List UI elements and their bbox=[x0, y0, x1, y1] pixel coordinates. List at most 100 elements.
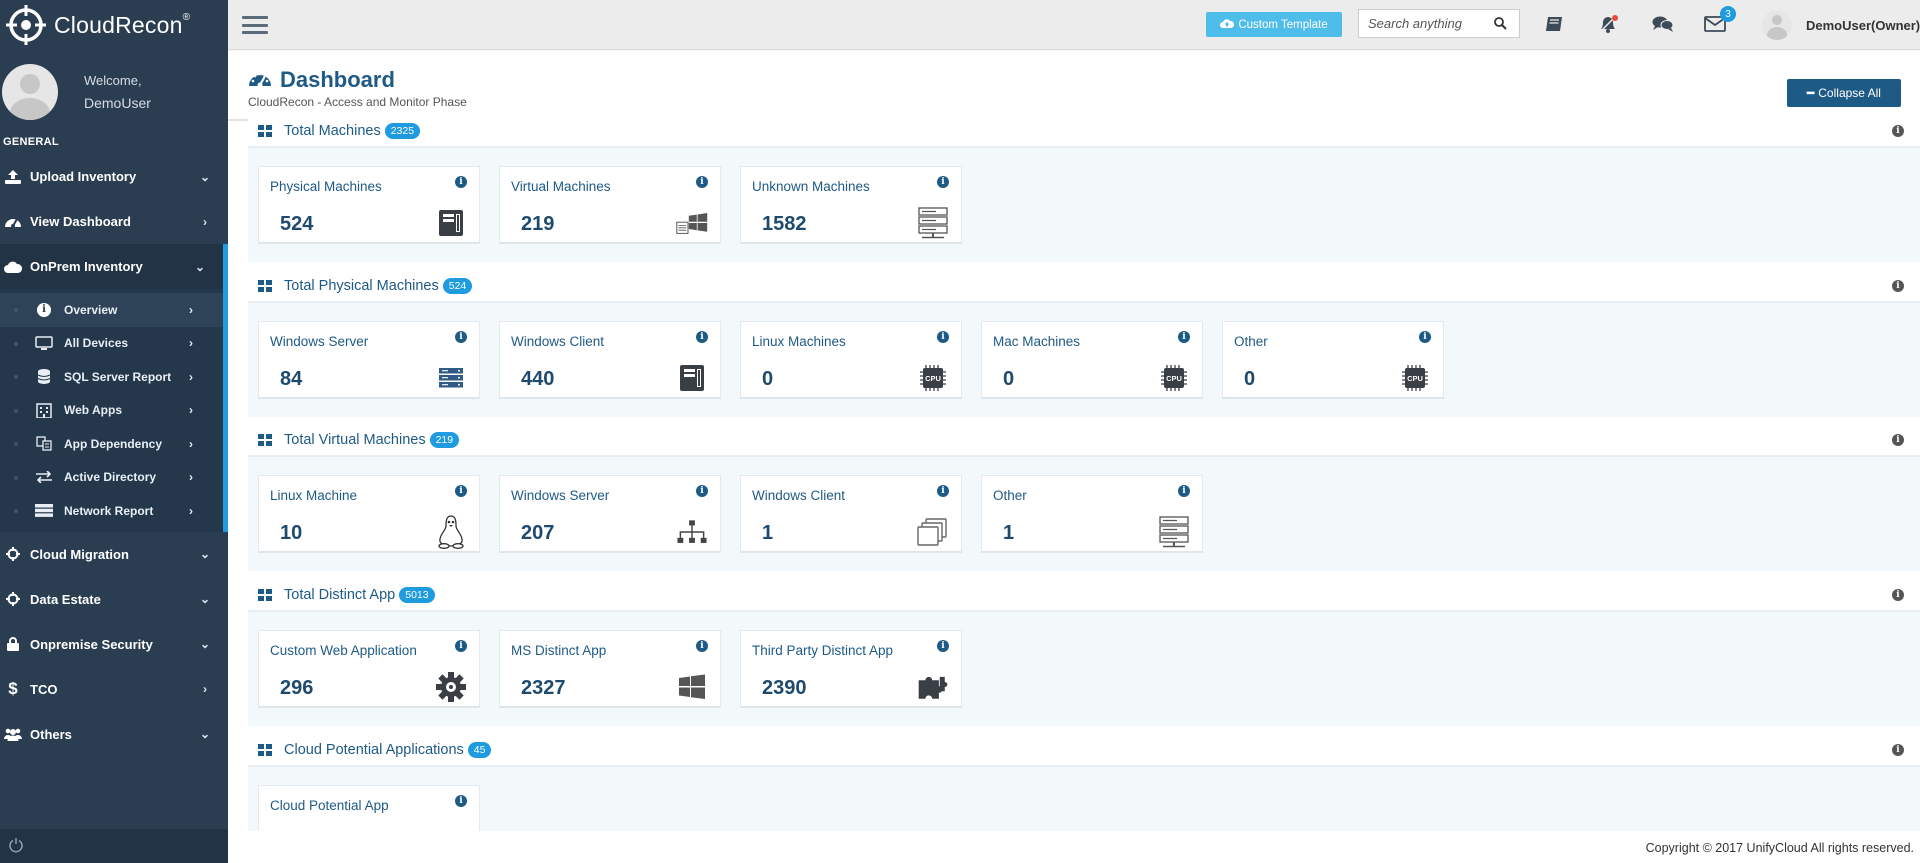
info-icon[interactable]: i bbox=[1892, 280, 1904, 292]
info-icon[interactable]: i bbox=[455, 640, 467, 652]
info-icon[interactable]: i bbox=[1178, 485, 1190, 497]
stat-card-windows-client[interactable]: Windows Client i 1 bbox=[740, 475, 962, 553]
stat-card-windows-server[interactable]: Windows Server i 84 bbox=[258, 321, 480, 399]
info-icon[interactable]: i bbox=[937, 640, 949, 652]
info-icon[interactable]: i bbox=[455, 176, 467, 188]
card-title: Third Party Distinct App bbox=[752, 643, 894, 658]
sidebar-item-upload-inventory[interactable]: Upload Inventory ⌄ bbox=[0, 154, 228, 199]
section-header[interactable]: Total Virtual Machines 219 i bbox=[248, 425, 1920, 457]
sidebar-item-label: OnPrem Inventory bbox=[30, 259, 143, 274]
section-header[interactable]: Cloud Potential Applications 45 i bbox=[248, 735, 1920, 767]
info-icon[interactable]: i bbox=[1892, 744, 1904, 756]
card-title: Custom Web Application bbox=[270, 643, 417, 658]
stat-card-other[interactable]: Other i 1 bbox=[981, 475, 1203, 553]
avatar[interactable] bbox=[2, 64, 58, 120]
info-icon[interactable]: i bbox=[455, 795, 467, 807]
sidebar-item-data-estate[interactable]: Data Estate ⌄ bbox=[0, 577, 228, 622]
sidebar-item-tco[interactable]: $ TCO › bbox=[0, 667, 228, 712]
windows-icon bbox=[676, 671, 708, 703]
power-icon[interactable] bbox=[8, 837, 24, 856]
info-icon[interactable]: i bbox=[1178, 331, 1190, 343]
stat-card-windows-client[interactable]: Windows Client i 440 bbox=[499, 321, 721, 399]
info-icon[interactable]: i bbox=[696, 485, 708, 497]
info-icon[interactable]: i bbox=[937, 176, 949, 188]
stat-card-windows-server[interactable]: Windows Server i 207 bbox=[499, 475, 721, 553]
sidebar-subitem-active-directory[interactable]: Active Directory › bbox=[0, 461, 223, 495]
user-menu[interactable]: DemoUser(Owner) bbox=[1762, 10, 1920, 40]
collapse-all-button[interactable]: ━ Collapse All bbox=[1787, 79, 1901, 107]
info-icon[interactable]: i bbox=[455, 331, 467, 343]
server-stack-icon bbox=[435, 362, 467, 394]
stat-card-linux-machine[interactable]: Linux Machine i 10 bbox=[258, 475, 480, 553]
desktop-tower-icon bbox=[435, 207, 467, 239]
section-header[interactable]: Total Machines 2325 i bbox=[248, 116, 1920, 148]
sidebar-subitem-app-dependency[interactable]: App Dependency › bbox=[0, 427, 223, 461]
sidebar-item-cloud-migration[interactable]: Cloud Migration ⌄ bbox=[0, 532, 228, 577]
search-icon[interactable] bbox=[1487, 17, 1513, 30]
sidebar-subitem-label: Overview bbox=[64, 302, 118, 317]
card-value: 296 bbox=[280, 677, 314, 699]
cpu-icon: CPU bbox=[1399, 362, 1431, 394]
bell-icon[interactable] bbox=[1596, 12, 1622, 36]
chevron-right-icon: › bbox=[189, 503, 193, 518]
section-total-physical-machines: Total Physical Machines 524 i Windows Serve… bbox=[248, 271, 1920, 417]
stat-card-third-party-distinct-app[interactable]: Third Party Distinct App i 2390 bbox=[740, 630, 962, 708]
stat-card-other[interactable]: Other i 0 CPU bbox=[1222, 321, 1444, 399]
info-icon[interactable]: i bbox=[937, 485, 949, 497]
stat-card-custom-web-application[interactable]: Custom Web Application i 296 bbox=[258, 630, 480, 708]
sidebar-subitem-all-devices[interactable]: All Devices › bbox=[0, 327, 223, 361]
info-icon[interactable]: i bbox=[1892, 125, 1904, 137]
search-input[interactable] bbox=[1359, 16, 1487, 31]
card-value: 440 bbox=[521, 368, 555, 390]
sidebar-item-label: Upload Inventory bbox=[30, 169, 137, 184]
building-icon bbox=[34, 402, 54, 418]
card-title: Other bbox=[1234, 334, 1268, 349]
sidebar-subitem-sql-server-report[interactable]: SQL Server Report › bbox=[0, 360, 223, 394]
mail-icon[interactable]: 3 bbox=[1702, 6, 1736, 36]
card-title: Virtual Machines bbox=[511, 179, 611, 194]
info-icon[interactable]: i bbox=[455, 485, 467, 497]
stat-card-physical-machines[interactable]: Physical Machines i 524 bbox=[258, 166, 480, 244]
page-header: Dashboard CloudRecon - Access and Monito… bbox=[228, 51, 1920, 121]
info-icon[interactable]: i bbox=[937, 331, 949, 343]
sidebar-subitem-overview[interactable]: i Overview › bbox=[0, 293, 223, 327]
sidebar-subitem-label: SQL Server Report bbox=[64, 369, 172, 384]
chevron-right-icon: › bbox=[189, 302, 193, 317]
app-logo[interactable]: CloudRecon® bbox=[0, 0, 228, 50]
info-icon[interactable]: i bbox=[1892, 434, 1904, 446]
card-title: Unknown Machines bbox=[752, 179, 870, 194]
stat-card-mac-machines[interactable]: Mac Machines i 0 CPU bbox=[981, 321, 1203, 399]
sidebar-item-onprem-inventory[interactable]: OnPrem Inventory ⌄ bbox=[0, 244, 228, 289]
info-icon[interactable]: i bbox=[1892, 589, 1904, 601]
exchange-icon bbox=[34, 469, 54, 485]
stat-card-ms-distinct-app[interactable]: MS Distinct App i 2327 bbox=[499, 630, 721, 708]
stat-card-virtual-machines[interactable]: Virtual Machines i 219 bbox=[499, 166, 721, 244]
sidebar-subitem-network-report[interactable]: Network Report › bbox=[0, 494, 223, 528]
sidebar-subitem-web-apps[interactable]: Web Apps › bbox=[0, 394, 223, 428]
stat-card-unknown-machines[interactable]: Unknown Machines i 1582 bbox=[740, 166, 962, 244]
dependency-icon bbox=[34, 436, 54, 452]
chat-icon[interactable] bbox=[1650, 12, 1676, 36]
custom-template-button[interactable]: Custom Template bbox=[1206, 12, 1342, 37]
section-header[interactable]: Total Distinct App 5013 i bbox=[248, 580, 1920, 612]
stat-card-linux-machines[interactable]: Linux Machines i 0 CPU bbox=[740, 321, 962, 399]
cpu-icon: CPU bbox=[917, 362, 949, 394]
grid-icon bbox=[258, 125, 272, 137]
section-title: Cloud Potential Applications bbox=[284, 742, 464, 758]
section-header[interactable]: Total Physical Machines 524 i bbox=[248, 271, 1920, 303]
welcome-text: Welcome, DemoUser bbox=[84, 70, 151, 114]
top-bar: Custom Template 3 DemoUser(Owner) bbox=[228, 0, 1920, 50]
section-cloud-potential-applications: Cloud Potential Applications 45 i Cloud Pot… bbox=[248, 735, 1920, 831]
section-total-machines: Total Machines 2325 i Physical Machines i 524… bbox=[248, 116, 1920, 262]
book-icon[interactable] bbox=[1542, 12, 1568, 36]
menu-toggle-icon[interactable] bbox=[242, 14, 268, 36]
info-icon[interactable]: i bbox=[696, 331, 708, 343]
main-content: Dashboard CloudRecon - Access and Monito… bbox=[228, 51, 1920, 831]
info-icon[interactable]: i bbox=[696, 176, 708, 188]
sidebar-item-onpremise-security[interactable]: Onpremise Security ⌄ bbox=[0, 622, 228, 667]
sidebar-item-view-dashboard[interactable]: View Dashboard › bbox=[0, 199, 228, 244]
info-icon[interactable]: i bbox=[696, 640, 708, 652]
stat-card-cloud-potential-app[interactable]: Cloud Potential App i bbox=[258, 785, 480, 831]
sidebar-item-others[interactable]: Others ⌄ bbox=[0, 712, 228, 757]
info-icon[interactable]: i bbox=[1419, 331, 1431, 343]
